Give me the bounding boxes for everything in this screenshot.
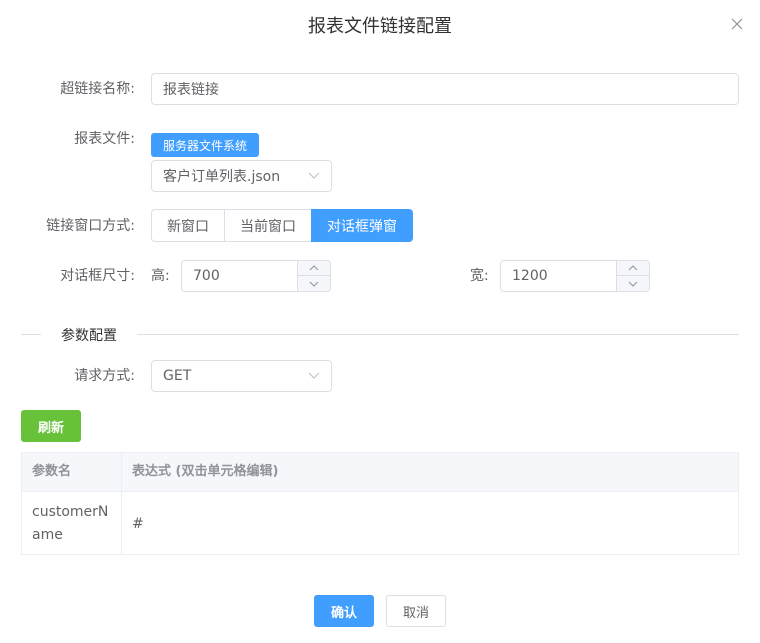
decrease-height-button[interactable] xyxy=(298,276,330,291)
section-divider-right xyxy=(137,334,739,335)
column-header-param-name: 参数名 xyxy=(32,464,72,479)
window-mode-current[interactable]: 当前窗口 xyxy=(224,209,312,242)
report-file-select[interactable]: 客户订单列表.json xyxy=(151,160,332,192)
table-header: 参数名 表达式 (双击单元格编辑) xyxy=(22,453,738,492)
dialog-size-label: 对话框尺寸: xyxy=(60,268,135,284)
chevron-up-icon xyxy=(628,265,638,271)
cancel-button[interactable]: 取消 xyxy=(386,595,446,627)
method-value: GET xyxy=(163,368,192,384)
width-value: 1200 xyxy=(512,268,548,284)
height-stepper xyxy=(297,261,330,291)
chevron-down-icon xyxy=(309,281,319,287)
width-stepper xyxy=(616,261,649,291)
width-input[interactable]: 1200 xyxy=(500,260,650,292)
window-mode-label: 链接窗口方式: xyxy=(46,218,135,234)
link-name-value: 报表链接 xyxy=(163,82,219,98)
decrease-width-button[interactable] xyxy=(617,276,649,291)
link-name-input[interactable]: 报表链接 xyxy=(151,73,739,105)
increase-height-button[interactable] xyxy=(298,261,330,276)
width-label: 宽: xyxy=(470,268,489,284)
chevron-down-icon xyxy=(308,172,320,179)
column-divider xyxy=(121,453,122,554)
params-table: 参数名 表达式 (双击单元格编辑) customerName # xyxy=(21,452,739,555)
chevron-down-icon xyxy=(628,281,638,287)
method-label: 请求方式: xyxy=(74,368,135,384)
window-mode-group: 新窗口 当前窗口 对话框弹窗 xyxy=(151,209,413,242)
close-icon[interactable] xyxy=(727,14,747,34)
dialog-title: 报表文件链接配置 xyxy=(308,16,452,37)
increase-width-button[interactable] xyxy=(617,261,649,276)
section-divider-left xyxy=(21,334,41,335)
chevron-down-icon xyxy=(308,372,320,379)
link-name-label: 超链接名称: xyxy=(60,81,135,97)
params-section-title: 参数配置 xyxy=(61,328,117,344)
refresh-button[interactable]: 刷新 xyxy=(21,410,81,442)
report-file-label: 报表文件: xyxy=(74,131,135,147)
method-select[interactable]: GET xyxy=(151,360,332,392)
confirm-button[interactable]: 确认 xyxy=(314,595,374,627)
window-mode-dialog[interactable]: 对话框弹窗 xyxy=(311,209,413,242)
height-value: 700 xyxy=(193,268,220,284)
table-cell-param-name: customerName xyxy=(32,504,109,543)
height-input[interactable]: 700 xyxy=(181,260,331,292)
table-cell-expression[interactable]: # xyxy=(132,514,144,534)
report-file-value: 客户订单列表.json xyxy=(163,169,281,185)
window-mode-new[interactable]: 新窗口 xyxy=(151,209,225,242)
column-header-expression: 表达式 (双击单元格编辑) xyxy=(132,464,279,479)
height-label: 高: xyxy=(151,268,170,284)
file-source-button[interactable]: 服务器文件系统 xyxy=(151,133,259,157)
link-config-dialog: 报表文件链接配置 超链接名称: 报表链接 报表文件: 服务器文件系统 客户订单列… xyxy=(0,0,760,643)
chevron-up-icon xyxy=(309,265,319,271)
